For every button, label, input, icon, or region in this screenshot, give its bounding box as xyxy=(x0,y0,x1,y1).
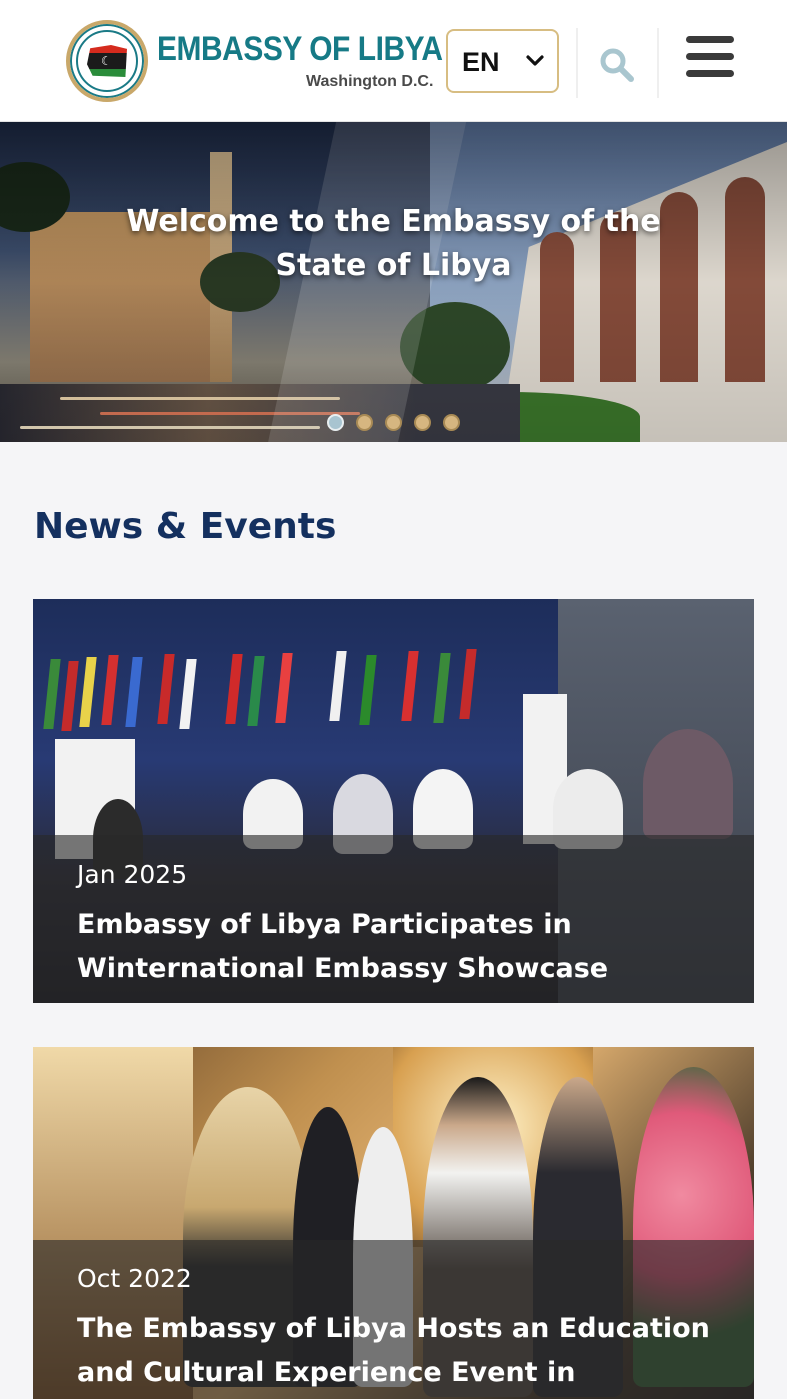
header-divider xyxy=(576,28,578,98)
site-header: EMBASSY OF LIBYA Washington D.C. EN xyxy=(0,0,787,122)
chevron-down-icon xyxy=(526,55,544,66)
news-card[interactable]: Jan 2025 Embassy of Libya Participates i… xyxy=(33,599,754,1003)
language-select[interactable]: EN xyxy=(446,29,559,93)
header-divider xyxy=(657,28,659,98)
news-heading: News & Events xyxy=(34,506,337,547)
news-title[interactable]: Embassy of Libya Participates in Wintern… xyxy=(77,903,717,991)
carousel-dots xyxy=(0,414,787,434)
menu-icon[interactable] xyxy=(686,36,734,80)
site-title[interactable]: EMBASSY OF LIBYA xyxy=(157,30,443,69)
carousel-dot[interactable] xyxy=(327,414,344,431)
hero-title: Welcome to the Embassy of the State of L… xyxy=(126,204,661,283)
language-selected-value: EN xyxy=(462,47,500,77)
news-date: Jan 2025 xyxy=(77,860,188,889)
carousel-dot[interactable] xyxy=(356,414,373,431)
news-date: Oct 2022 xyxy=(77,1264,192,1293)
site-subtitle: Washington D.C. xyxy=(306,73,434,90)
search-icon[interactable] xyxy=(596,44,638,86)
embassy-seal-logo[interactable] xyxy=(66,20,148,102)
news-title[interactable]: The Embassy of Libya Hosts an Education … xyxy=(77,1307,717,1395)
carousel-dot[interactable] xyxy=(414,414,431,431)
hero-carousel[interactable]: Welcome to the Embassy of the State of L… xyxy=(0,122,787,442)
carousel-dot[interactable] xyxy=(385,414,402,431)
libya-map-flag-icon xyxy=(87,45,127,77)
news-card[interactable]: Oct 2022 The Embassy of Libya Hosts an E… xyxy=(33,1047,754,1399)
carousel-dot[interactable] xyxy=(443,414,460,431)
